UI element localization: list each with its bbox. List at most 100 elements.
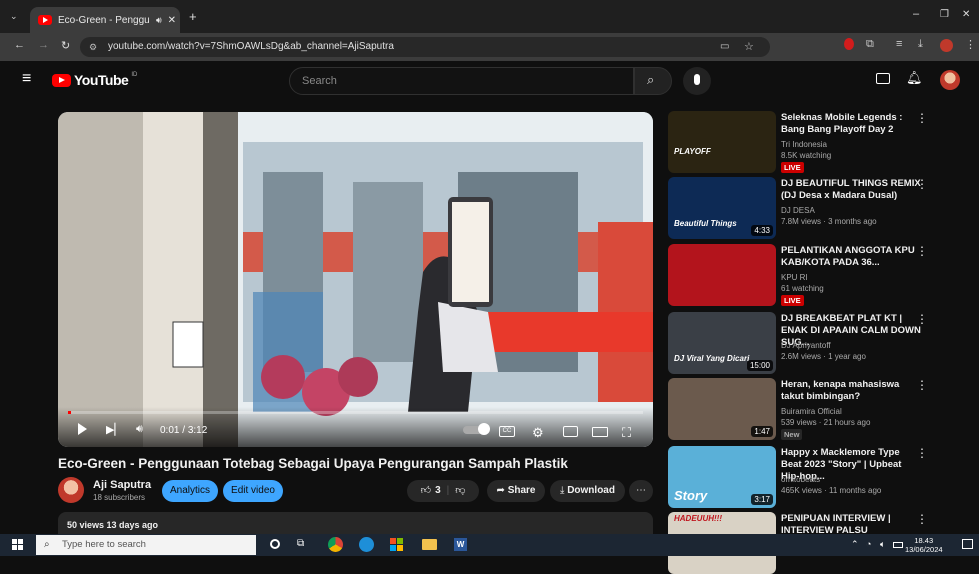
recommended-video-1[interactable]: 4:33 Beautiful Things DJ BEAUTIFUL THINGS … bbox=[668, 177, 968, 239]
recommended-video-2[interactable]: PELANTIKAN ANGGOTA KPU KAB/KOTA PADA 36.… bbox=[668, 244, 968, 306]
next-icon[interactable]: ▶▏ bbox=[106, 423, 123, 437]
more-actions-button[interactable]: ⋯ bbox=[629, 480, 653, 502]
notification-center-icon[interactable] bbox=[962, 539, 973, 549]
analytics-button[interactable]: Analytics bbox=[162, 480, 218, 502]
video-player[interactable]: ▶▏ 🔊︎ 0:01 / 3:12 CC ⚙ ⛶ bbox=[58, 112, 653, 447]
video-menu-kebab-icon[interactable]: ⋮ bbox=[916, 312, 928, 326]
time-current: 0:01 bbox=[160, 425, 180, 436]
window-minimize-icon[interactable]: – bbox=[913, 8, 919, 20]
tab-audio-icon[interactable]: 🔊︎ bbox=[156, 15, 162, 26]
voice-search-button[interactable] bbox=[683, 67, 711, 95]
recommended-video-title[interactable]: PELANTIKAN ANGGOTA KPU KAB/KOTA PADA 36.… bbox=[781, 245, 921, 269]
dislike-button[interactable]: 👎︎ bbox=[455, 480, 465, 502]
theater-mode-icon[interactable] bbox=[592, 427, 608, 437]
cortana-icon[interactable] bbox=[270, 539, 280, 549]
video-thumbnail[interactable] bbox=[668, 244, 776, 306]
subtitles-icon[interactable]: CC bbox=[499, 426, 515, 437]
window-close-icon[interactable]: ✕ bbox=[962, 9, 970, 20]
task-view-icon[interactable]: ⧉ bbox=[297, 538, 304, 549]
edit-video-button[interactable]: Edit video bbox=[223, 480, 283, 502]
browser-menu-icon[interactable]: ⋮ bbox=[965, 38, 976, 51]
address-bar[interactable]: ⚙ youtube.com/watch?v=7ShmOAWLsDg&ab_cha… bbox=[80, 37, 770, 57]
video-menu-kebab-icon[interactable]: ⋮ bbox=[916, 244, 928, 258]
account-avatar[interactable] bbox=[940, 70, 960, 90]
recommended-video-0[interactable]: PLAYOFF Seleknas Mobile Legends : Bang Ba… bbox=[668, 111, 968, 173]
recommended-video-title[interactable]: Heran, kenapa mahasiswa takut bimbingan? bbox=[781, 379, 921, 403]
back-icon[interactable]: ← bbox=[14, 39, 25, 51]
word-taskbar-icon[interactable]: W bbox=[454, 538, 467, 551]
sidebar-toggle-icon[interactable]: ≡ bbox=[896, 38, 902, 50]
cast-icon[interactable]: ▭ bbox=[720, 37, 729, 57]
new-tab-icon[interactable]: + bbox=[189, 9, 197, 24]
like-button[interactable]: 👍︎ 3 bbox=[421, 480, 441, 502]
fullscreen-icon[interactable]: ⛶ bbox=[622, 425, 631, 440]
windows-start-icon[interactable] bbox=[12, 539, 23, 550]
video-thumbnail[interactable]: 3:17 Story bbox=[668, 446, 776, 508]
network-icon[interactable]: ◔ bbox=[866, 539, 871, 549]
recommended-video-channel[interactable]: DJ DESA bbox=[781, 206, 815, 215]
recommended-video-3[interactable]: 15:00 DJ Viral Yang Dicari DJ BREAKBEAT PL… bbox=[668, 312, 968, 374]
downloads-icon[interactable]: ⤓ bbox=[918, 38, 923, 51]
youtube-logo[interactable]: YouTube ID bbox=[52, 72, 137, 88]
extensions-puzzle-icon[interactable]: ⧉ bbox=[866, 38, 874, 51]
forward-icon[interactable]: → bbox=[38, 39, 49, 51]
file-explorer-taskbar-icon[interactable] bbox=[422, 539, 437, 550]
video-menu-kebab-icon[interactable]: ⋮ bbox=[916, 446, 928, 460]
store-taskbar-icon[interactable] bbox=[390, 538, 403, 551]
volume-icon[interactable]: 🔊︎ bbox=[136, 423, 143, 437]
extension-icon[interactable] bbox=[844, 38, 854, 50]
taskbar-search-icon: ⌕ bbox=[44, 539, 50, 550]
chrome-taskbar-icon[interactable] bbox=[328, 537, 343, 552]
bookmark-star-icon[interactable]: ☆ bbox=[744, 37, 754, 57]
recommended-video-title[interactable]: DJ BEAUTIFUL THINGS REMIX (DJ Desa x Mad… bbox=[781, 178, 921, 202]
recommended-video-title[interactable]: Seleknas Mobile Legends : Bang Bang Play… bbox=[781, 112, 921, 136]
profile-avatar-icon[interactable] bbox=[940, 39, 953, 52]
taskbar-search-input[interactable]: ⌕ Type here to search bbox=[36, 535, 256, 555]
settings-gear-icon[interactable]: ⚙ bbox=[532, 425, 544, 440]
recommended-video-channel[interactable]: Buiramira Official bbox=[781, 407, 842, 416]
video-menu-kebab-icon[interactable]: ⋮ bbox=[916, 177, 928, 191]
notifications-bell-icon[interactable]: 🔔︎ bbox=[906, 70, 923, 86]
system-tray-chevron-icon[interactable]: ⌃ bbox=[851, 539, 859, 550]
search-button[interactable]: ⌕ bbox=[634, 67, 672, 95]
recommended-video-5[interactable]: 3:17 Story Happy x Macklemore Type Beat 20… bbox=[668, 446, 968, 508]
play-icon[interactable] bbox=[78, 423, 87, 435]
video-frame-scene bbox=[58, 112, 653, 447]
battery-icon[interactable] bbox=[893, 542, 903, 548]
autoplay-toggle[interactable] bbox=[463, 423, 490, 435]
browser-tab-active[interactable]: Eco-Green - Penggunaan T 🔊︎ ✕ bbox=[30, 7, 180, 33]
search-input[interactable]: Search bbox=[289, 67, 634, 95]
tab-close-icon[interactable]: ✕ bbox=[168, 15, 176, 26]
recommended-video-channel[interactable]: DJ Apriyantoff bbox=[781, 341, 831, 350]
recommended-video-channel[interactable]: KPU RI bbox=[781, 273, 808, 282]
download-button[interactable]: ⤓ Download bbox=[550, 480, 625, 502]
microphone-icon bbox=[694, 74, 700, 85]
create-video-icon[interactable] bbox=[876, 73, 890, 84]
tab-search-icon[interactable]: ⌄ bbox=[10, 11, 18, 22]
video-duration: 3:17 bbox=[751, 494, 773, 505]
channel-name[interactable]: Aji Saputra bbox=[93, 479, 151, 491]
share-label: Share bbox=[507, 485, 536, 496]
speaker-icon[interactable]: 🔈︎ bbox=[880, 539, 885, 550]
site-settings-icon[interactable]: ⚙ bbox=[89, 37, 97, 57]
video-thumbnail[interactable]: PLAYOFF bbox=[668, 111, 776, 173]
recommended-video-4[interactable]: 1:47 Heran, kenapa mahasiswa takut bimbin… bbox=[668, 378, 968, 440]
video-menu-kebab-icon[interactable]: ⋮ bbox=[916, 512, 928, 526]
share-button[interactable]: ➦ Share bbox=[487, 480, 545, 502]
window-maximize-icon[interactable]: ❐ bbox=[940, 9, 949, 20]
video-menu-kebab-icon[interactable]: ⋮ bbox=[916, 378, 928, 392]
guide-menu-icon[interactable]: ≡ bbox=[22, 70, 31, 88]
channel-avatar[interactable] bbox=[58, 477, 84, 503]
progress-bar[interactable] bbox=[68, 411, 643, 414]
download-icon: ⤓ bbox=[560, 485, 565, 496]
video-thumbnail[interactable]: 4:33 Beautiful Things bbox=[668, 177, 776, 239]
recommended-video-channel[interactable]: omitobeats bbox=[781, 475, 820, 484]
reload-icon[interactable]: ↻ bbox=[61, 39, 70, 52]
miniplayer-icon[interactable] bbox=[563, 426, 578, 437]
video-thumbnail[interactable]: 1:47 bbox=[668, 378, 776, 440]
video-thumbnail[interactable]: 15:00 DJ Viral Yang Dicari bbox=[668, 312, 776, 374]
video-menu-kebab-icon[interactable]: ⋮ bbox=[916, 111, 928, 125]
recommended-video-channel[interactable]: Tri Indonesia bbox=[781, 140, 827, 149]
taskbar-clock[interactable]: 18.43 13/06/2024 bbox=[905, 536, 943, 554]
edge-taskbar-icon[interactable] bbox=[359, 537, 374, 552]
